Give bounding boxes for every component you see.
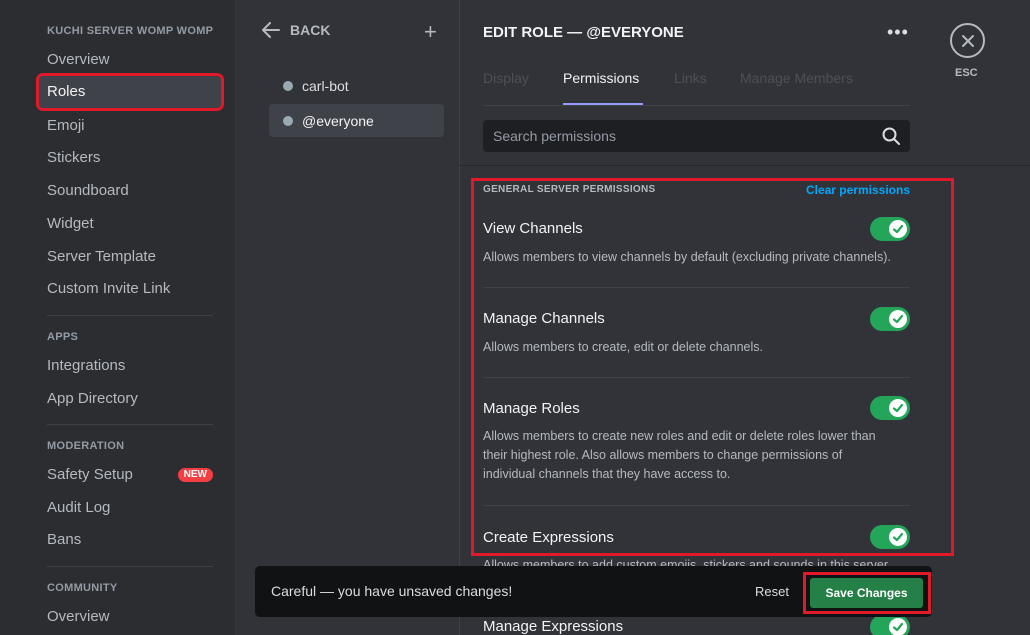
manage-roles-toggle[interactable] [870, 396, 910, 420]
search-icon [882, 127, 900, 145]
tab-links[interactable]: Links [674, 70, 707, 86]
sidebar-item-custom-invite-link[interactable]: Custom Invite Link [39, 273, 221, 305]
role-tabs: Display Permissions Links Manage Members [483, 70, 910, 106]
permission-name: Manage Channels [483, 310, 605, 327]
server-name-header: KUCHI SERVER WOMP WOMP [47, 25, 214, 37]
sidebar-item-safety-setup[interactable]: Safety Setup NEW [39, 459, 221, 491]
section-header-general: GENERAL SERVER PERMISSIONS [483, 184, 656, 195]
save-changes-button[interactable]: Save Changes [810, 578, 923, 608]
sidebar-item-overview[interactable]: Overview [39, 44, 221, 76]
permission-divider [483, 505, 910, 506]
permission-name: Manage Roles [483, 400, 580, 417]
sidebar-item-stickers[interactable]: Stickers [39, 142, 221, 174]
sidebar-item-roles[interactable]: Roles [36, 73, 224, 111]
tab-permissions[interactable]: Permissions [563, 70, 639, 86]
close-button[interactable] [950, 23, 985, 58]
manage-expressions-toggle[interactable] [870, 615, 910, 635]
back-label: BACK [290, 22, 331, 38]
sidebar-item-soundboard[interactable]: Soundboard [39, 175, 221, 207]
sidebar-item-emoji[interactable]: Emoji [39, 110, 221, 142]
sidebar-item-audit-log[interactable]: Audit Log [39, 492, 221, 524]
create-expressions-toggle[interactable] [870, 525, 910, 549]
permission-divider [483, 287, 910, 288]
apps-header: APPS [47, 331, 79, 343]
manage-channels-toggle[interactable] [870, 307, 910, 331]
sidebar-divider [47, 424, 213, 425]
sidebar-item-server-template[interactable]: Server Template [39, 241, 221, 273]
search-permissions-box [483, 120, 910, 152]
role-name: @everyone [302, 112, 374, 129]
sidebar-item-integrations[interactable]: Integrations [39, 350, 221, 382]
more-options-button[interactable]: ••• [887, 22, 909, 43]
community-header: COMMUNITY [47, 582, 118, 594]
new-badge: NEW [177, 468, 213, 482]
sidebar-divider [47, 566, 213, 567]
role-color-dot [283, 80, 293, 91]
unsaved-changes-message: Careful — you have unsaved changes! [271, 583, 513, 599]
role-color-dot [283, 115, 293, 126]
esc-label: ESC [955, 67, 978, 79]
unsaved-changes-bar: Careful — you have unsaved changes! Rese… [255, 566, 932, 617]
role-item-everyone[interactable]: @everyone [269, 104, 444, 137]
check-icon [889, 399, 907, 417]
page-title: EDIT ROLE — @EVERYONE [483, 24, 684, 41]
clear-permissions-link[interactable]: Clear permissions [806, 183, 910, 197]
permission-name: Manage Expressions [483, 618, 624, 635]
arrow-left-icon [262, 22, 280, 38]
check-icon [889, 618, 907, 635]
add-role-button[interactable]: + [424, 20, 437, 44]
role-name: carl-bot [302, 77, 349, 94]
reset-button[interactable]: Reset [755, 584, 789, 599]
sidebar-divider [47, 315, 213, 316]
view-channels-toggle[interactable] [870, 217, 910, 241]
check-icon [889, 528, 907, 546]
permission-name: View Channels [483, 220, 583, 237]
highlight-box-save: Save Changes [803, 572, 931, 614]
search-permissions-input[interactable] [493, 128, 882, 144]
permission-divider [483, 377, 910, 378]
header-separator [459, 165, 1030, 166]
back-button[interactable]: BACK [262, 22, 330, 38]
sidebar-item-community-overview[interactable]: Overview [39, 601, 221, 633]
sidebar-item-bans[interactable]: Bans [39, 524, 221, 556]
permission-name: Create Expressions [483, 529, 614, 546]
settings-sidebar: KUCHI SERVER WOMP WOMP Overview Roles Em… [0, 0, 235, 635]
check-icon [889, 220, 907, 238]
permission-description: Allows members to create new roles and e… [483, 429, 876, 481]
sidebar-item-app-directory[interactable]: App Directory [39, 383, 221, 415]
permission-description: Allows members to add custom emojis, sti… [483, 558, 891, 566]
check-icon [889, 310, 907, 328]
sidebar-item-label: Safety Setup [47, 466, 133, 483]
moderation-header: MODERATION [47, 440, 125, 452]
tab-display[interactable]: Display [483, 70, 529, 86]
role-item-carl-bot[interactable]: carl-bot [269, 69, 444, 102]
active-tab-indicator [563, 103, 643, 105]
close-icon [961, 34, 974, 47]
sidebar-item-widget[interactable]: Widget [39, 208, 221, 240]
permission-description: Allows members to view channels by defau… [483, 250, 891, 264]
permission-description: Allows members to create, edit or delete… [483, 340, 763, 354]
tab-manage-members[interactable]: Manage Members [740, 70, 853, 86]
